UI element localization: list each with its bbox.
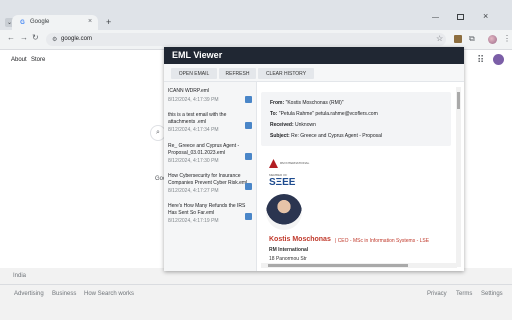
rm-international-logo: RM INTERNATIONAL [269,159,313,168]
address-bar[interactable] [46,33,446,46]
window-close-icon[interactable]: × [483,11,488,21]
back-icon[interactable]: ← [7,33,15,42]
menu-icon[interactable]: ⋮ [503,34,511,43]
history-item[interactable]: this is a test email with the attachment… [168,112,252,133]
rm-logo-text: RM INTERNATIONAL [280,161,310,165]
minimize-icon[interactable]: — [432,14,439,21]
vertical-scrollbar-thumb[interactable] [457,92,460,109]
email-from: From: "Kostis Moschonas (RMI)" [270,100,344,106]
history-item-name: ICANN WDRP.eml [168,88,210,94]
popup-header: EML Viewer [164,47,464,64]
delete-icon[interactable] [245,213,252,220]
google-favicon-icon: G [20,19,25,26]
subject-value: Re: Greece and Cyprus Agent - Proposal [291,133,383,139]
profile-avatar[interactable] [488,35,497,44]
site-info-icon[interactable]: ⚙ [52,36,57,43]
received-value: Unknown [295,122,316,128]
puzzle-icon[interactable]: ⧉ [469,34,475,44]
footer-country: India [13,273,27,279]
address-text[interactable]: google.com [61,36,92,42]
vertical-scrollbar[interactable] [456,87,461,267]
history-item-name: Re_ Greece and Cyprus Agent - Proposal_0… [168,143,240,156]
close-icon[interactable]: × [88,18,92,25]
history-item[interactable]: Here's How Many Refunds the IRS Has Sent… [168,203,252,224]
history-item-date: 8/12/2024, 4:17:27 PM [168,188,219,194]
history-item-name: Here's How Many Refunds the IRS Has Sent… [168,203,246,216]
history-item-name: How Cybersecurity for Insurance Companie… [168,173,248,186]
signature-name: Kostis Moschonas [269,236,331,243]
about-link[interactable]: About [11,57,27,63]
delete-icon[interactable] [245,96,252,103]
clear-history-button[interactable]: CLEAR HISTORY [258,68,314,79]
email-viewer: From: "Kostis Moschonas (RMI)" To: "Petu… [261,85,459,271]
signature-company: RM International [269,247,309,253]
email-to: To: "Petula Rahme" petula.rahme@vcoflers… [270,111,378,117]
footer-link-how-search-works[interactable]: How Search works [84,291,134,297]
history-sidebar: ICANN WDRP.eml 8/12/2024, 4:17:39 PM thi… [164,82,257,271]
history-item-date: 8/12/2024, 4:17:39 PM [168,96,219,103]
new-tab-icon[interactable]: + [106,17,111,27]
signature-address: 18 Panormou Str [269,256,307,262]
sender-photo [266,194,302,230]
footer-link-terms[interactable]: Terms [456,291,472,297]
store-link[interactable]: Store [31,57,45,63]
footer-link-privacy[interactable]: Privacy [427,291,447,297]
to-label: To: [270,111,278,117]
maximize-icon[interactable] [457,14,464,20]
delete-icon[interactable] [245,153,252,160]
email-received: Received: Unknown [270,122,316,128]
eml-viewer-extension-icon[interactable] [454,35,462,43]
rm-logo-mark-icon [269,159,278,168]
eml-viewer-popup: EML Viewer OPEN EMAIL REFRESH CLEAR HIST… [164,47,464,271]
received-label: Received: [270,122,294,128]
popup-title: EML Viewer [172,50,223,60]
to-value: "Petula Rahme" petula.rahme@vcoflers.com [278,111,378,117]
apps-grid-icon[interactable]: ⠿ [477,55,484,66]
account-avatar[interactable] [493,54,504,65]
history-item[interactable]: How Cybersecurity for Insurance Companie… [168,173,252,194]
sxee-logo: SΞEE [269,177,296,188]
history-item[interactable]: ICANN WDRP.eml 8/12/2024, 4:17:39 PM [168,88,252,103]
history-item-date: 8/12/2024, 4:17:19 PM [168,218,219,224]
delete-icon[interactable] [245,122,252,129]
subject-label: Subject: [270,133,290,139]
star-icon[interactable]: ☆ [436,34,443,43]
from-label: From: [270,100,285,106]
open-email-button[interactable]: OPEN EMAIL [171,68,217,79]
footer-link-business[interactable]: Business [52,291,76,297]
from-value: "Kostis Moschonas (RMI)" [285,100,344,106]
history-item[interactable]: Re_ Greece and Cyprus Agent - Proposal_0… [168,143,252,164]
footer-link-settings[interactable]: Settings [481,291,503,297]
history-item-date: 8/12/2024, 4:17:30 PM [168,158,219,164]
history-item-date: 8/12/2024, 4:17:34 PM [168,127,219,133]
forward-icon[interactable]: → [20,33,28,42]
history-item-name: this is a test email with the attachment… [168,112,227,125]
refresh-button[interactable]: REFRESH [219,68,256,79]
reload-icon[interactable]: ↻ [32,33,39,42]
tab-title: Google [30,19,50,25]
delete-icon[interactable] [245,183,252,190]
email-header-box: From: "Kostis Moschonas (RMI)" To: "Petu… [261,92,451,146]
signature-title: | CEO - MSc in Information Systems - LSE [335,238,430,244]
footer-link-advertising[interactable]: Advertising [14,291,44,297]
horizontal-scrollbar-thumb[interactable] [268,264,408,267]
email-subject: Subject: Re: Greece and Cyprus Agent - P… [270,133,382,139]
